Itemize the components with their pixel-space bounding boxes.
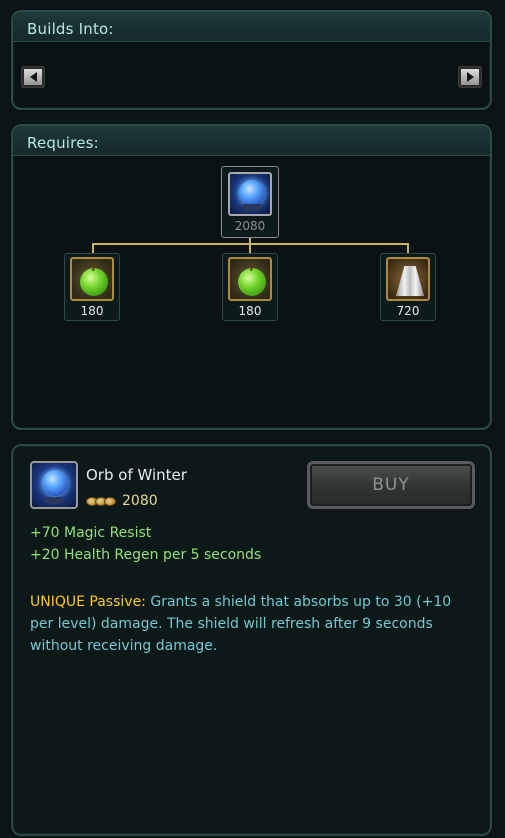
builds-into-header: Builds Into: <box>13 12 490 42</box>
component-price: 720 <box>396 304 420 318</box>
requires-panel: Requires: 2080 180 180 720 <box>11 124 492 430</box>
scroll-left-button[interactable] <box>21 66 45 88</box>
item-name: Orb of Winter <box>86 466 187 484</box>
component-price: 180 <box>80 304 104 318</box>
root-item-price: 2080 <box>234 219 266 233</box>
green-apple-icon[interactable] <box>228 257 272 301</box>
stat-line: +70 Magic Resist <box>30 525 152 541</box>
gold-icon <box>104 496 116 506</box>
builds-into-panel: Builds Into: <box>11 10 492 110</box>
item-cost: 2080 <box>122 493 158 509</box>
scroll-right-button[interactable] <box>458 66 482 88</box>
arrow-right-icon <box>466 72 474 82</box>
item-cost-row: 2080 <box>86 493 158 509</box>
requires-header: Requires: <box>13 126 490 156</box>
component-price: 180 <box>238 304 262 318</box>
stat-line: +20 Health Regen per 5 seconds <box>30 547 262 563</box>
orb-of-winter-icon[interactable] <box>228 172 272 216</box>
buy-button[interactable]: BUY <box>307 461 475 509</box>
passive-label: UNIQUE Passive: <box>30 594 146 610</box>
orb-of-winter-icon <box>30 461 78 509</box>
passive-description: UNIQUE Passive: Grants a shield that abs… <box>30 591 470 657</box>
white-cloak-icon[interactable] <box>386 257 430 301</box>
arrow-left-icon <box>29 72 37 82</box>
green-apple-icon[interactable] <box>70 257 114 301</box>
item-details-panel: Orb of Winter 2080 BUY +70 Magic Resist … <box>11 444 492 836</box>
